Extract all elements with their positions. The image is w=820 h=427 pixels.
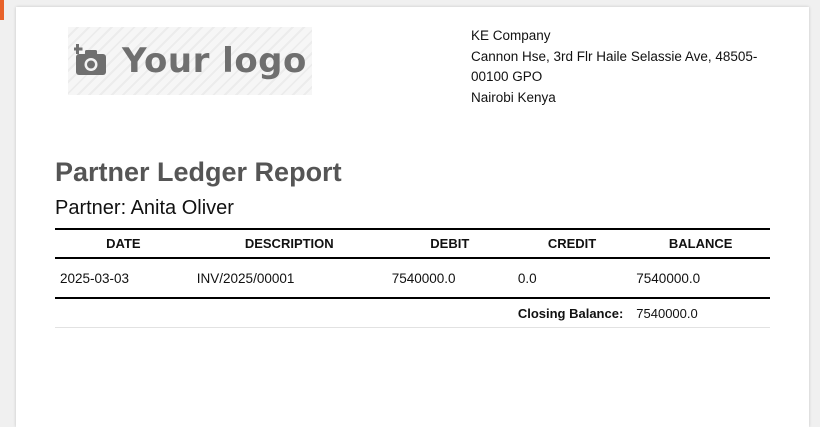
- closing-balance-row: Closing Balance: 7540000.0: [55, 298, 770, 328]
- cell-balance: 7540000.0: [631, 258, 770, 299]
- ledger-table: DATE DESCRIPTION DEBIT CREDIT BALANCE 20…: [55, 228, 770, 328]
- company-logo: Your logo: [68, 27, 312, 95]
- report-title: Partner Ledger Report: [55, 157, 342, 187]
- accent-bar: [0, 0, 4, 20]
- partner-name: Partner: Anita Oliver: [55, 197, 234, 219]
- cell-debit: 7540000.0: [386, 258, 513, 299]
- table-header-row: DATE DESCRIPTION DEBIT CREDIT BALANCE: [55, 228, 770, 259]
- cell-date: 2025-03-03: [55, 258, 192, 299]
- company-address-line2: Nairobi Kenya: [471, 89, 556, 105]
- header-date: DATE: [55, 228, 192, 259]
- header-balance: BALANCE: [631, 228, 770, 259]
- header-debit: DEBIT: [386, 228, 513, 259]
- table-row: 2025-03-03 INV/2025/00001 7540000.0 0.0 …: [55, 258, 770, 299]
- cell-description: INV/2025/00001: [191, 258, 387, 299]
- company-address: KE Company Cannon Hse, 3rd Flr Haile Sel…: [471, 26, 771, 108]
- report-sheet: Your logo KE Company Cannon Hse, 3rd Flr…: [16, 7, 809, 427]
- header-description: DESCRIPTION: [191, 228, 387, 259]
- camera-plus-icon: [74, 44, 106, 75]
- company-name: KE Company: [471, 28, 551, 43]
- logo-text: Your logo: [122, 41, 307, 81]
- header-credit: CREDIT: [512, 228, 632, 259]
- cell-credit: 0.0: [512, 258, 632, 299]
- closing-balance-value: 7540000.0: [631, 298, 770, 328]
- closing-balance-label: Closing Balance:: [512, 298, 632, 328]
- company-address-line1: Cannon Hse, 3rd Flr Haile Selassie Ave, …: [471, 48, 758, 85]
